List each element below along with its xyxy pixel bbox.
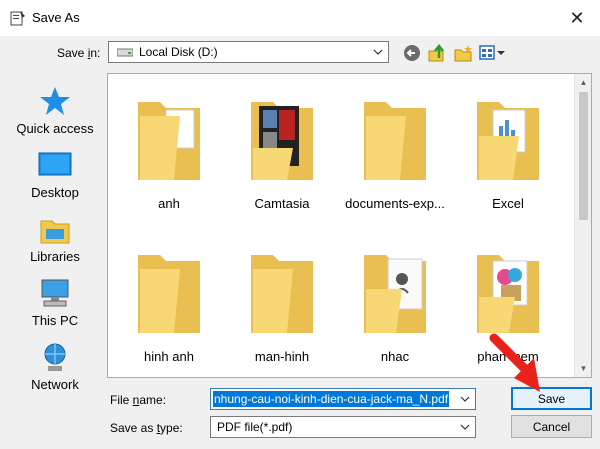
close-icon: ✕: [569, 7, 585, 28]
file-name-label: File name:: [110, 393, 167, 407]
save-in-dropdown[interactable]: Local Disk (D:): [108, 41, 389, 63]
folder-icon: [138, 255, 200, 333]
place-libraries[interactable]: Libraries: [8, 209, 102, 269]
save-in-label: Save in:: [57, 46, 101, 60]
save-button[interactable]: Save: [511, 387, 592, 410]
scroll-up-icon[interactable]: ▲: [578, 77, 589, 88]
folder-icon: [477, 102, 539, 180]
scrollbar-thumb[interactable]: [579, 92, 588, 220]
folder-label: phan mem: [477, 349, 539, 364]
vertical-scrollbar[interactable]: ▲ ▼: [574, 74, 591, 377]
this-pc-icon: [41, 279, 69, 307]
scroll-down-icon[interactable]: ▼: [578, 363, 589, 374]
place-desktop[interactable]: Desktop: [8, 145, 102, 205]
view-menu-icon[interactable]: [478, 43, 506, 63]
folder-icon: [364, 102, 426, 180]
folder-icon: [138, 102, 200, 180]
folder-item[interactable]: nhac: [340, 239, 450, 364]
folder-icon: [477, 255, 539, 333]
save-as-type-value: PDF file(*.pdf): [217, 420, 293, 434]
folder-item[interactable]: phan mem: [453, 239, 563, 364]
place-quick-access[interactable]: Quick access: [8, 81, 102, 141]
place-network[interactable]: Network: [8, 337, 102, 397]
drive-icon: [117, 48, 133, 57]
network-icon: [44, 343, 66, 371]
save-as-app-icon: [10, 11, 25, 26]
save-as-type-label: Save as type:: [110, 421, 183, 435]
place-label: This PC: [31, 313, 79, 328]
window-title: Save As: [32, 10, 80, 25]
folder-item[interactable]: Excel: [453, 86, 563, 211]
places-bar: Quick access Desktop Libraries This PC N…: [8, 73, 102, 392]
folder-label: anh: [158, 196, 180, 211]
folder-label: nhac: [380, 349, 410, 364]
folder-item[interactable]: documents-exp...: [340, 86, 450, 211]
folder-label: man-hinh: [254, 349, 310, 364]
place-this-pc[interactable]: This PC: [8, 273, 102, 333]
chevron-down-icon: [373, 49, 383, 55]
up-folder-icon[interactable]: [427, 43, 447, 63]
folder-icon: [251, 255, 313, 333]
folder-icon: [364, 255, 426, 333]
save-button-label: Save: [537, 391, 566, 406]
folder-label: Camtasia: [254, 196, 310, 211]
place-label: Network: [31, 377, 79, 392]
chevron-down-icon[interactable]: [459, 393, 471, 405]
folder-icon: [251, 102, 313, 180]
quick-access-star-icon: [40, 87, 70, 115]
folder-item[interactable]: anh: [114, 86, 224, 211]
chevron-down-icon: [460, 424, 470, 430]
cancel-button-label: Cancel: [532, 419, 571, 434]
file-list-pane[interactable]: anh Camtasia documents-exp... Excel hinh…: [107, 73, 592, 378]
save-as-type-dropdown[interactable]: PDF file(*.pdf): [210, 416, 476, 438]
file-name-value: nhung-cau-noi-kinh-dien-cua-jack-ma_N.pd…: [213, 391, 450, 407]
folder-label: hinh anh: [144, 349, 194, 364]
new-folder-icon[interactable]: [453, 43, 473, 63]
place-label: Quick access: [16, 121, 94, 136]
folder-item[interactable]: Camtasia: [227, 86, 337, 211]
save-in-value: Local Disk (D:): [139, 45, 218, 59]
close-button[interactable]: ✕: [562, 4, 592, 32]
cancel-button[interactable]: Cancel: [511, 415, 592, 438]
folder-item[interactable]: hinh anh: [114, 239, 224, 364]
place-label: Libraries: [30, 249, 80, 264]
folder-item[interactable]: man-hinh: [227, 239, 337, 364]
folder-label: Excel: [492, 196, 524, 211]
desktop-icon: [38, 152, 72, 176]
back-icon[interactable]: [402, 43, 422, 63]
place-label: Desktop: [31, 185, 79, 200]
file-name-input[interactable]: nhung-cau-noi-kinh-dien-cua-jack-ma_N.pd…: [210, 388, 476, 410]
libraries-icon: [40, 220, 70, 244]
title-bar: Save As ✕: [0, 0, 600, 36]
folder-label: documents-exp...: [345, 196, 445, 211]
